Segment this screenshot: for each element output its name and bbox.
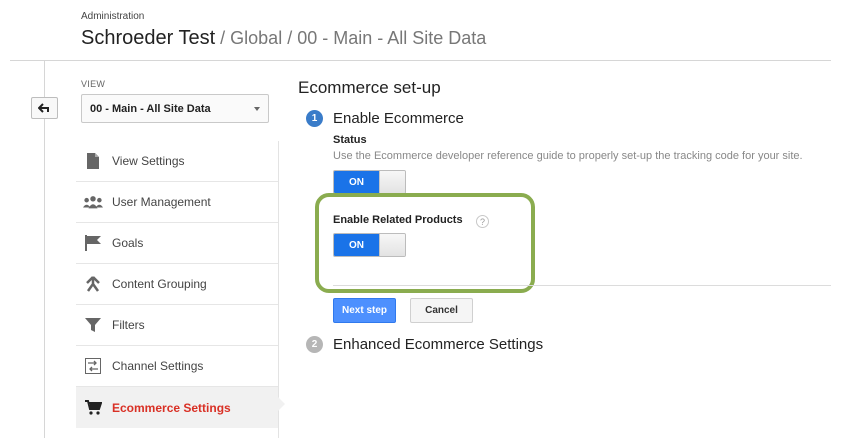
sidebar-item-label: Ecommerce Settings	[112, 400, 231, 415]
sidebar-item-label: Channel Settings	[112, 359, 204, 373]
step-title-enhanced-ecommerce: Enhanced Ecommerce Settings	[333, 336, 544, 353]
view-select-value: 00 - Main - All Site Data	[90, 102, 211, 115]
toggle-knob	[379, 234, 405, 256]
page-title: Schroeder Test / Global / 00 - Main - Al…	[81, 27, 486, 50]
section-title: Ecommerce set-up	[298, 78, 441, 97]
breadcrumb: / Global / 00 - Main - All Site Data	[215, 28, 487, 48]
account-name: Schroeder Test	[81, 27, 216, 49]
sidebar-item-ecommerce-settings[interactable]: Ecommerce Settings	[76, 387, 279, 428]
view-select[interactable]: 00 - Main - All Site Data	[81, 94, 269, 123]
admin-label: Administration	[81, 11, 145, 22]
sidebar-nav: View Settings User Management Goals Cont…	[76, 141, 279, 428]
help-icon[interactable]: ?	[476, 215, 489, 228]
sidebar-item-label: Content Grouping	[112, 277, 207, 291]
step-number-1: 1	[306, 110, 323, 127]
sidebar-item-label: User Management	[112, 195, 211, 209]
sidebar-item-label: Goals	[112, 236, 144, 250]
sidebar-item-label: Filters	[112, 318, 145, 332]
sidebar-item-label: View Settings	[112, 154, 185, 168]
toggle-on-label: ON	[334, 234, 379, 256]
toggle-on-label: ON	[334, 171, 379, 193]
cart-icon	[83, 398, 103, 418]
sidebar-item-content-grouping[interactable]: Content Grouping	[76, 264, 279, 305]
sidebar-item-filters[interactable]: Filters	[76, 305, 279, 346]
step-divider	[333, 285, 831, 286]
ecommerce-status-toggle[interactable]: ON	[333, 170, 406, 194]
document-icon	[83, 151, 103, 171]
sidebar-item-user-management[interactable]: User Management	[76, 182, 279, 223]
status-description: Use the Ecommerce developer reference gu…	[333, 150, 803, 162]
caret-down-icon	[254, 106, 260, 111]
sidebar-item-goals[interactable]: Goals	[76, 223, 279, 264]
cancel-button[interactable]: Cancel	[410, 298, 473, 323]
content-grouping-icon	[83, 274, 103, 294]
header-divider	[10, 60, 831, 61]
sidebar-item-channel-settings[interactable]: Channel Settings	[76, 346, 279, 387]
back-arrow-icon	[38, 103, 49, 113]
channel-settings-icon	[83, 356, 103, 376]
active-indicator	[278, 397, 285, 411]
view-label: VIEW	[81, 79, 106, 89]
back-button[interactable]	[31, 97, 58, 119]
related-products-toggle[interactable]: ON	[333, 233, 406, 257]
next-step-button[interactable]: Next step	[333, 298, 396, 323]
toggle-knob	[379, 171, 405, 193]
step-number-2: 2	[306, 336, 323, 353]
status-label: Status	[333, 134, 367, 146]
related-products-label: Enable Related Products	[333, 214, 463, 226]
filter-icon	[83, 315, 103, 335]
step-title-enable-ecommerce: Enable Ecommerce	[333, 110, 464, 127]
users-icon	[83, 192, 103, 212]
flag-icon	[83, 233, 103, 253]
sidebar-item-view-settings[interactable]: View Settings	[76, 141, 279, 182]
sidebar-divider	[278, 141, 279, 438]
